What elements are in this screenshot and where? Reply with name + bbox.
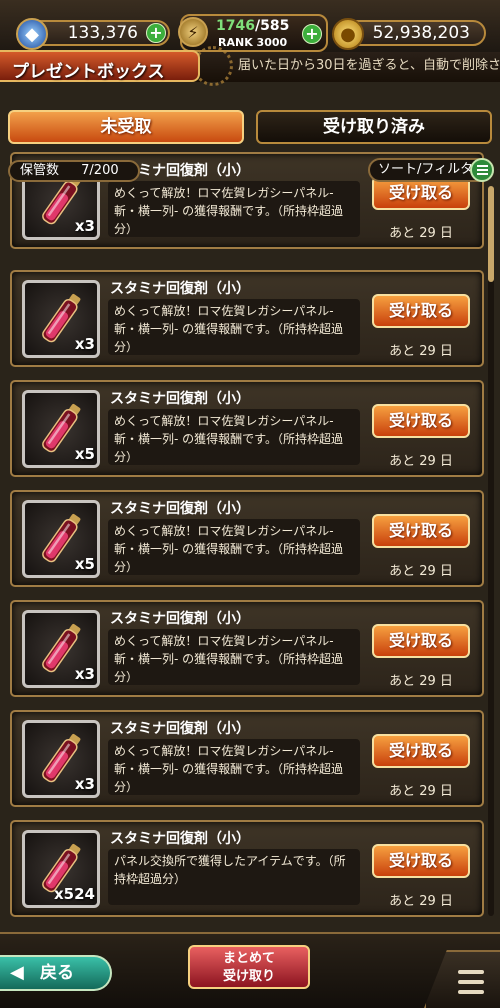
stamina-value: 1746/585 [216, 18, 290, 34]
add-stamina-button[interactable]: + [302, 24, 322, 44]
claim-button[interactable]: 受け取る [372, 514, 470, 548]
storage-value: 7/200 [81, 163, 119, 178]
scrollbar[interactable] [488, 186, 494, 916]
gold-value: 52,938,203 [372, 23, 470, 43]
expiry-days: あと 29 日 [389, 226, 453, 241]
expiry-days: あと 29 日 [389, 674, 453, 689]
stamina-potion-icon: x3 [22, 610, 100, 688]
item-quantity: x3 [74, 335, 95, 353]
item-description: めくって解放！ロマ佐賀レガシーパネル-斬・横一列- の獲得報酬です。（所持枠超過… [108, 519, 360, 575]
item-description: めくって解放！ロマ佐賀レガシーパネル-斬・横一列- の獲得報酬です。（所持枠超過… [108, 181, 360, 237]
sort-filter-label: ソート/フィルタ [378, 162, 474, 177]
stamina-potion-icon: x5 [22, 500, 100, 578]
item-quantity: x5 [74, 555, 95, 573]
back-button[interactable]: ◀ 戻る [0, 955, 112, 991]
sort-filter-button[interactable]: ソート/フィルタ [368, 158, 494, 182]
item-quantity: x3 [74, 217, 95, 235]
expiry-days: あと 29 日 [389, 564, 453, 579]
tab-claimed[interactable]: 受け取り済み [256, 110, 492, 144]
claim-button[interactable]: 受け取る [372, 404, 470, 438]
gold-counter: ● 52,938,203 [332, 18, 486, 50]
item-name: スタミナ回復剤（小） [110, 831, 250, 847]
present-item: x3 スタミナ回復剤（小） めくって解放！ロマ佐賀レガシーパネル-斬・横一列- の獲… [10, 270, 484, 367]
page-title: プレゼントボックス [0, 50, 200, 82]
claim-button[interactable]: 受け取る [372, 844, 470, 878]
item-description: めくって解放！ロマ佐賀レガシーパネル-斬・横一列- の獲得報酬です。（所持枠超過… [108, 299, 360, 355]
menu-icon [458, 970, 484, 974]
claim-button[interactable]: 受け取る [372, 294, 470, 328]
item-quantity: x3 [74, 665, 95, 683]
back-label: 戻る [40, 963, 74, 983]
item-name: スタミナ回復剤（小） [110, 611, 250, 627]
expiry-days: あと 29 日 [389, 894, 453, 909]
item-description: めくって解放！ロマ佐賀レガシーパネル-斬・横一列- の獲得報酬です。（所持枠超過… [108, 739, 360, 795]
item-quantity: x3 [74, 775, 95, 793]
stamina-potion-icon: x5 [22, 390, 100, 468]
gem-counter: ◆ 133,376 + [16, 18, 170, 50]
expiry-days: あと 29 日 [389, 784, 453, 799]
storage-count: 保管数 7/200 [8, 160, 140, 182]
claim-button[interactable]: 受け取る [372, 734, 470, 768]
expiry-notice: 届いた日から30日を過ぎると、自動で削除されます [238, 58, 500, 73]
item-description: めくって解放！ロマ佐賀レガシーパネル-斬・横一列- の獲得報酬です。（所持枠超過… [108, 629, 360, 685]
stamina-potion-icon: x3 [22, 720, 100, 798]
present-item: x3 スタミナ回復剤（小） めくって解放！ロマ佐賀レガシーパネル-斬・横一列- の獲… [10, 710, 484, 807]
stamina-potion-icon: x524 [22, 830, 100, 908]
filter-menu-icon [470, 158, 494, 182]
claim-button[interactable]: 受け取る [372, 624, 470, 658]
storage-label: 保管数 [20, 163, 60, 178]
item-quantity: x524 [54, 885, 95, 903]
tab-unclaimed[interactable]: 未受取 [8, 110, 244, 144]
item-description: パネル交換所で獲得したアイテムです。（所持枠超過分） [108, 849, 360, 905]
claim-all-button[interactable]: まとめて 受け取り [188, 945, 310, 989]
claim-all-line1: まとめて [222, 951, 275, 966]
claim-all-line2: 受け取り [222, 969, 275, 984]
expiry-days: あと 29 日 [389, 454, 453, 469]
present-item: x5 スタミナ回復剤（小） めくって解放！ロマ佐賀レガシーパネル-斬・横一列- の獲… [10, 490, 484, 587]
back-arrow-icon: ◀ [10, 962, 24, 983]
rank-label: RANK 3000 [218, 36, 288, 49]
item-name: スタミナ回復剤（小） [110, 281, 250, 297]
gem-value: 133,376 [67, 23, 138, 43]
present-list[interactable]: x3 スタミナ回復剤（小） めくって解放！ロマ佐賀レガシーパネル-斬・横一列- の獲… [0, 150, 500, 930]
add-gems-button[interactable]: + [146, 23, 166, 43]
stamina-panel: ⚡ 1746/585 RANK 3000 + [178, 14, 328, 52]
stamina-potion-icon: x3 [22, 280, 100, 358]
expiry-days: あと 29 日 [389, 344, 453, 359]
scrollbar-thumb[interactable] [488, 186, 494, 282]
item-quantity: x5 [74, 445, 95, 463]
item-description: めくって解放！ロマ佐賀レガシーパネル-斬・横一列- の獲得報酬です。（所持枠超過… [108, 409, 360, 465]
present-item: x524 スタミナ回復剤（小） パネル交換所で獲得したアイテムです。（所持枠超過分）… [10, 820, 484, 917]
item-name: スタミナ回復剤（小） [110, 391, 250, 407]
stamina-bolt-icon: ⚡ [178, 17, 208, 47]
item-name: スタミナ回復剤（小） [110, 501, 250, 517]
item-name: スタミナ回復剤（小） [110, 721, 250, 737]
gem-icon: ◆ [16, 18, 48, 50]
present-item: x5 スタミナ回復剤（小） めくって解放！ロマ佐賀レガシーパネル-斬・横一列- の獲… [10, 380, 484, 477]
gold-coin-icon: ● [332, 18, 364, 50]
present-item: x3 スタミナ回復剤（小） めくって解放！ロマ佐賀レガシーパネル-斬・横一列- の獲… [10, 600, 484, 697]
